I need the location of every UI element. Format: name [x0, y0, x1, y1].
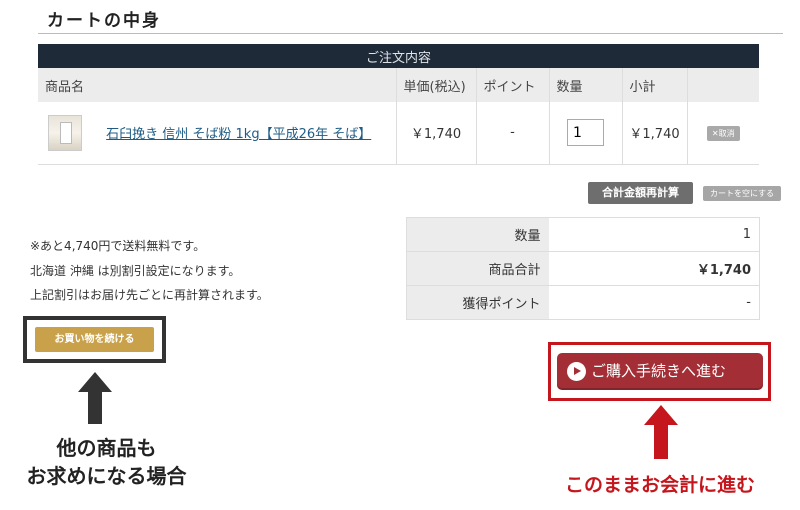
delete-cell: ✕取消: [687, 102, 759, 165]
order-table-caption: ご注文内容: [38, 44, 759, 68]
continue-annotation: 他の商品も お求めになる場合: [0, 434, 213, 490]
shipping-notes: ※あと4,740円で送料無料です。 北海道 沖縄 は別割引設定になります。 上記…: [30, 234, 269, 308]
continue-annotation-line1: 他の商品も: [56, 436, 157, 460]
summary-quantity-value: 1: [548, 217, 760, 252]
summary-points-label: 獲得ポイント: [406, 285, 549, 320]
checkout-highlight-frame: ご購入手続きへ進む: [548, 342, 771, 401]
checkout-button-label: ご購入手続きへ進む: [591, 362, 727, 380]
note-regional: 北海道 沖縄 は別割引設定になります。: [30, 263, 241, 278]
empty-cart-button[interactable]: カートを空にする: [703, 186, 781, 201]
item-points: -: [476, 102, 550, 165]
column-header-subtotal: 小計: [622, 68, 688, 102]
item-subtotal: ￥1,740: [622, 102, 688, 165]
order-summary: 数量 1 商品合計 ￥1,740 獲得ポイント -: [406, 217, 760, 320]
quantity-cell: [549, 102, 623, 165]
checkout-annotation: このままお会計に進む: [564, 474, 755, 496]
table-row: 石臼挽き 信州 そば粉 1kg【平成26年 そば】 ￥1,740 - ￥1,74…: [38, 102, 759, 165]
column-header-price: 単価(税込): [396, 68, 477, 102]
summary-total-value: ￥1,740: [548, 251, 760, 286]
order-table: ご注文内容 商品名 単価(税込) ポイント 数量 小計 石臼挽き 信州 そば粉 …: [38, 44, 759, 165]
note-recalc: 上記割引はお届け先ごとに再計算されます。: [30, 288, 269, 302]
delete-item-button[interactable]: ✕取消: [706, 125, 740, 141]
column-header-points: ポイント: [476, 68, 550, 102]
arrow-up-red-icon: [644, 405, 678, 459]
continue-highlight-frame: お買い物を続ける: [23, 316, 166, 363]
column-header-product: 商品名: [38, 68, 397, 102]
summary-total-label: 商品合計: [406, 251, 549, 286]
product-thumbnail[interactable]: [48, 114, 82, 151]
play-icon: [567, 362, 586, 381]
column-header-quantity: 数量: [549, 68, 623, 102]
recalculate-button[interactable]: 合計金額再計算: [588, 182, 693, 204]
checkout-button[interactable]: ご購入手続きへ進む: [557, 353, 763, 390]
column-header-delete: [687, 68, 759, 102]
continue-annotation-line2: お求めになる場合: [26, 464, 187, 488]
unit-price: ￥1,740: [396, 102, 477, 165]
note-free-shipping: ※あと4,740円で送料無料です。: [30, 239, 206, 253]
title-divider: [38, 33, 783, 34]
product-cell: 石臼挽き 信州 そば粉 1kg【平成26年 そば】: [38, 102, 397, 165]
page-title: カートの中身: [47, 11, 161, 31]
continue-shopping-button[interactable]: お買い物を続ける: [35, 327, 154, 352]
summary-points-value: -: [548, 285, 760, 320]
product-link[interactable]: 石臼挽き 信州 そば粉 1kg【平成26年 そば】: [106, 123, 371, 142]
summary-quantity-label: 数量: [406, 217, 549, 252]
arrow-up-icon: [78, 372, 112, 424]
quantity-input[interactable]: [567, 119, 604, 147]
